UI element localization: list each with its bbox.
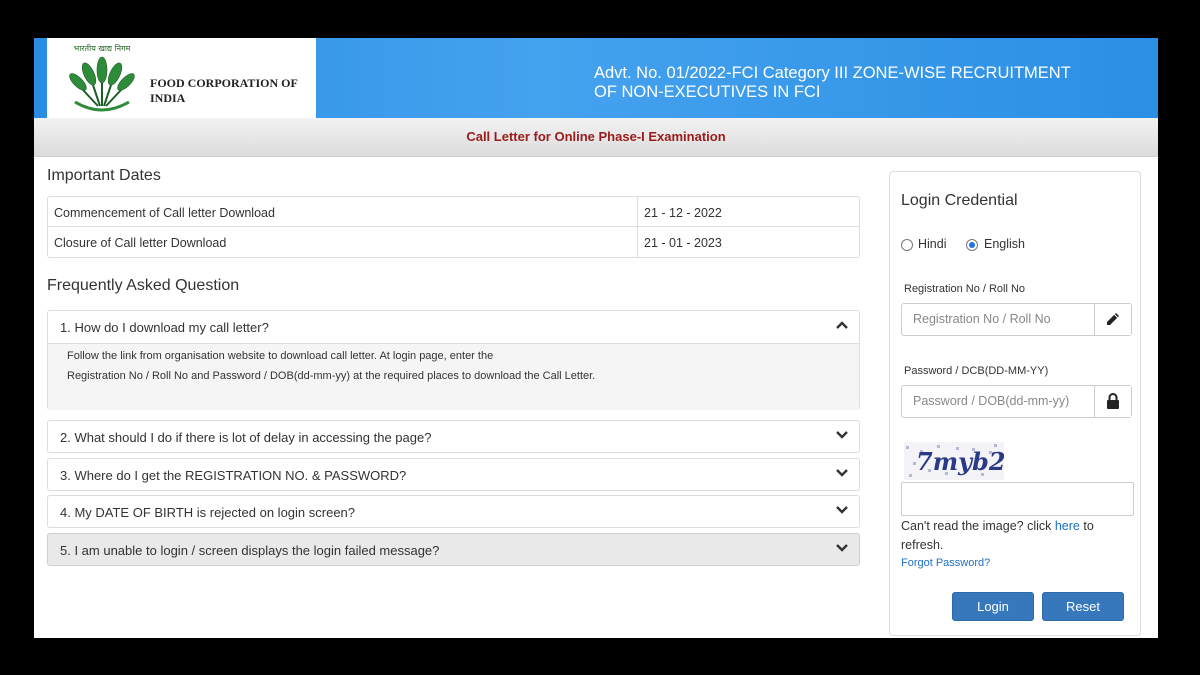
faq-item-2[interactable]: 2. What should I do if there is lot of d… xyxy=(47,420,860,453)
faq-answer-line: Registration No / Roll No and Password /… xyxy=(67,370,596,382)
faq-item-3[interactable]: 3. Where do I get the REGISTRATION NO. &… xyxy=(47,458,860,491)
password-label: Password / DCB(DD-MM-YY) xyxy=(904,365,1049,377)
captcha-help-text: Can't read the image? click here to refr… xyxy=(901,517,1133,555)
registration-label: Registration No / Roll No xyxy=(904,283,1026,295)
faq-question: 4. My DATE OF BIRTH is rejected on login… xyxy=(60,505,356,520)
faq-answer-line: Follow the link from organisation websit… xyxy=(67,350,494,362)
faq-question: 3. Where do I get the REGISTRATION NO. &… xyxy=(60,468,407,483)
language-label-english: English xyxy=(984,237,1025,251)
date-label: Closure of Call letter Download xyxy=(54,236,227,250)
date-value: 21 - 12 - 2022 xyxy=(644,206,722,220)
page: भारतीय खाद्य निगम FOOD CORPORATION OF IN… xyxy=(34,38,1158,638)
faq-question: 5. I am unable to login / screen display… xyxy=(60,543,440,558)
password-input-group xyxy=(901,385,1132,418)
reset-button[interactable]: Reset xyxy=(1042,592,1124,621)
chevron-down-icon[interactable] xyxy=(835,428,849,442)
login-panel: Login Credential Hindi English Registrat… xyxy=(889,171,1141,636)
page-title: Advt. No. 01/2022-FCI Category III ZONE-… xyxy=(594,64,1114,102)
page-title-line2: OF NON-EXECUTIVES IN FCI xyxy=(594,83,821,101)
registration-input-group xyxy=(901,303,1132,336)
captcha-input[interactable] xyxy=(901,482,1134,516)
chevron-up-icon[interactable] xyxy=(835,318,849,332)
header-banner: भारतीय खाद्य निगम FOOD CORPORATION OF IN… xyxy=(34,38,1158,118)
table-row: Closure of Call letter Download 21 - 01 … xyxy=(48,227,859,257)
login-title: Login Credential xyxy=(901,192,1018,209)
wheat-emblem-icon: भारतीय खाद्य निगम xyxy=(69,43,135,112)
registration-input[interactable] xyxy=(902,304,1093,333)
login-button[interactable]: Login xyxy=(952,592,1034,621)
fci-logo: भारतीय खाद्य निगम FOOD CORPORATION OF IN… xyxy=(47,38,316,118)
password-input[interactable] xyxy=(902,386,1093,415)
language-label-hindi: Hindi xyxy=(918,237,947,251)
faq-item-5[interactable]: 5. I am unable to login / screen display… xyxy=(47,533,860,566)
emblem-motto: भारतीय खाद्य निगम xyxy=(74,43,131,53)
captcha-help-prefix: Can't read the image? click xyxy=(901,519,1055,533)
subheader-title: Call Letter for Online Phase-I Examinati… xyxy=(466,129,726,144)
forgot-password-link[interactable]: Forgot Password? xyxy=(901,557,990,569)
chevron-down-icon[interactable] xyxy=(835,503,849,517)
chevron-down-icon[interactable] xyxy=(835,466,849,480)
faq-item-4[interactable]: 4. My DATE OF BIRTH is rejected on login… xyxy=(47,495,860,528)
faq-question-toggle[interactable]: 1. How do I download my call letter? xyxy=(48,311,859,342)
lock-icon xyxy=(1094,386,1131,417)
table-row: Commencement of Call letter Download 21 … xyxy=(48,197,859,227)
important-dates-heading: Important Dates xyxy=(47,167,161,184)
important-dates-table: Commencement of Call letter Download 21 … xyxy=(47,196,860,258)
organisation-name: FOOD CORPORATION OF INDIA xyxy=(150,76,298,105)
pencil-icon xyxy=(1094,304,1131,335)
chevron-down-icon[interactable] xyxy=(835,541,849,555)
language-radio-hindi[interactable] xyxy=(901,239,913,251)
faq-question: 1. How do I download my call letter? xyxy=(60,320,269,335)
subheader-bar: Call Letter for Online Phase-I Examinati… xyxy=(34,118,1158,157)
date-label: Commencement of Call letter Download xyxy=(54,206,275,220)
faq-heading: Frequently Asked Question xyxy=(47,277,240,294)
date-value: 21 - 01 - 2023 xyxy=(644,236,722,250)
page-title-line1: Advt. No. 01/2022-FCI Category III ZONE-… xyxy=(594,64,1071,82)
captcha-text: 7myb2 xyxy=(916,447,1004,476)
faq-question: 2. What should I do if there is lot of d… xyxy=(60,430,432,445)
captcha-image: 7myb2 xyxy=(904,442,1004,480)
faq-item-1: 1. How do I download my call letter? Fol… xyxy=(47,310,860,410)
refresh-captcha-link[interactable]: here xyxy=(1055,519,1080,533)
faq-answer: Follow the link from organisation websit… xyxy=(48,343,859,410)
language-radio-english[interactable] xyxy=(966,239,978,251)
